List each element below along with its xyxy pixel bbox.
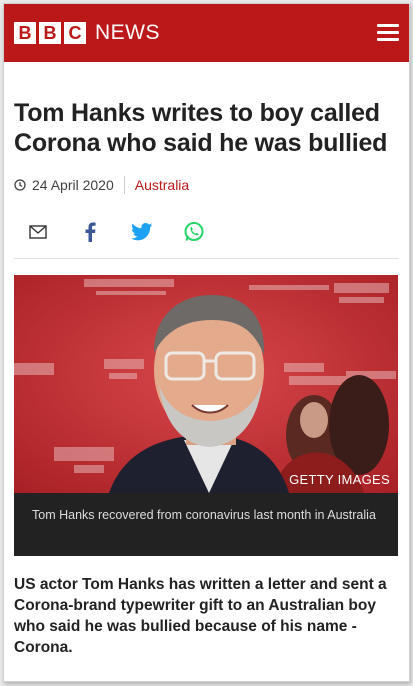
article-date: 24 April 2020 <box>32 177 114 193</box>
hamburger-menu-icon[interactable] <box>377 24 399 42</box>
logo-news-text: NEWS <box>95 21 160 44</box>
email-icon[interactable] <box>26 220 50 244</box>
facebook-icon[interactable] <box>78 220 102 244</box>
logo-block-c: C <box>64 22 86 44</box>
bbc-news-logo[interactable]: B B C NEWS <box>14 21 160 45</box>
section-link[interactable]: Australia <box>135 177 189 193</box>
whatsapp-icon[interactable] <box>182 220 206 244</box>
site-header: B B C NEWS <box>4 4 409 62</box>
article-lead-paragraph: US actor Tom Hanks has written a letter … <box>14 576 387 656</box>
twitter-icon[interactable] <box>130 220 154 244</box>
photo-illustration <box>14 275 398 493</box>
image-caption: Tom Hanks recovered from coronavirus las… <box>14 493 398 556</box>
divider <box>14 258 399 259</box>
page-frame: B B C NEWS Tom Hanks writes to boy calle… <box>3 3 410 682</box>
meta-divider <box>123 176 125 194</box>
article-photo: GETTY IMAGES <box>14 275 398 493</box>
article-headline: Tom Hanks writes to boy called Corona wh… <box>14 99 388 157</box>
article-figure: GETTY IMAGES Tom Hanks recovered from co… <box>14 275 398 556</box>
image-credit: GETTY IMAGES <box>289 472 390 487</box>
article-meta: 24 April 2020 Australia <box>14 176 399 194</box>
share-bar <box>26 220 409 244</box>
logo-block-b1: B <box>14 22 36 44</box>
logo-block-b2: B <box>39 22 61 44</box>
clock-icon <box>14 179 26 191</box>
